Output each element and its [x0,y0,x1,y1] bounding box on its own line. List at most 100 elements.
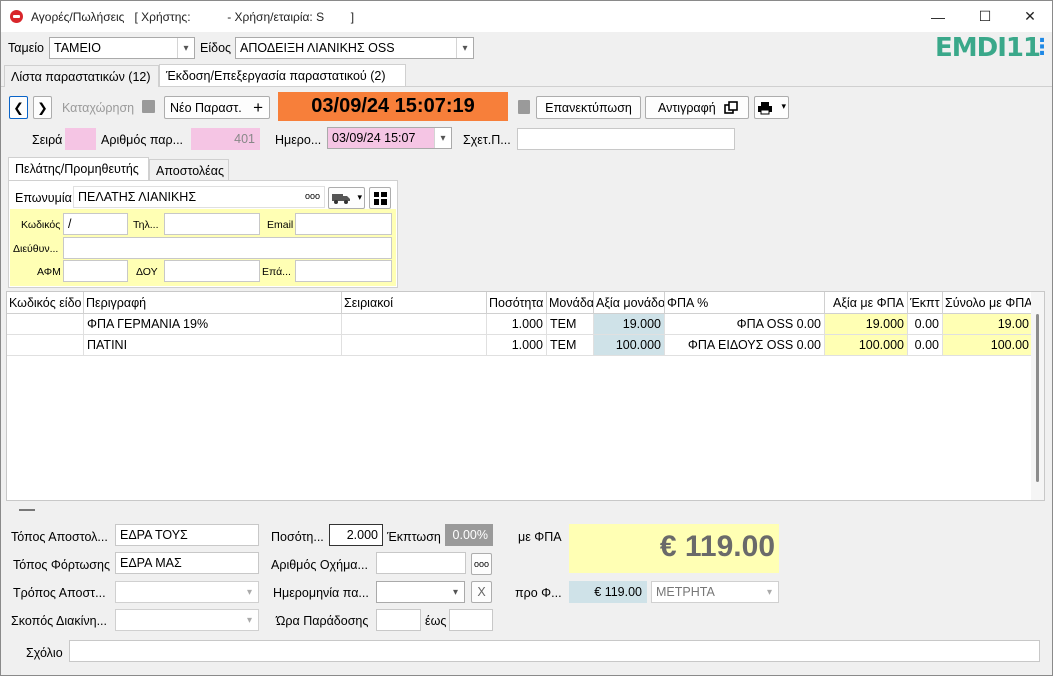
new-document-label: Νέο Παραστ. [170,100,242,115]
delivery-button[interactable]: ▾ [328,187,365,209]
next-button[interactable]: ❯ [33,96,52,119]
payment-method-select[interactable]: ΜΕΤΡΗΤΑ ▾ [651,581,779,603]
table-cell[interactable]: 1.000 [487,335,547,356]
kodikos-field[interactable]: / [63,213,128,235]
chevron-down-icon[interactable]: ▾ [434,128,451,148]
table-cell[interactable] [7,314,84,335]
tab-sender[interactable]: Αποστολέας [149,159,229,180]
table-cell[interactable]: ΠΑΤΙΝΙ [84,335,342,356]
vertical-scrollbar[interactable] [1031,292,1044,500]
chevron-down-icon[interactable]: ▾ [357,192,362,203]
table-cell[interactable]: ΦΠΑ OSS 0.00 [665,314,825,335]
afm-field[interactable] [63,260,128,282]
close-button[interactable]: ✕ [1007,1,1053,32]
chevron-down-icon[interactable]: ▾ [241,582,258,602]
truck-icon [332,194,350,204]
plus-icon: + [253,98,263,117]
chevron-down-icon[interactable]: ▾ [447,582,464,602]
ora-field[interactable] [376,609,421,631]
table-cell[interactable]: 19.000 [594,314,665,335]
column-header-total[interactable]: Σύνολο με ΦΠΑ [943,292,1033,314]
chevron-down-icon[interactable]: ▾ [241,610,258,630]
topos-fortosis-field[interactable]: ΕΔΡΑ ΜΑΣ [115,552,259,574]
til-field[interactable] [164,213,260,235]
tropos-select[interactable]: ▾ [115,581,259,603]
table-cell[interactable]: 0.00 [908,314,943,335]
table-cell[interactable]: 19.000 [825,314,908,335]
comment-field[interactable] [69,640,1040,662]
copy-icon [724,101,738,114]
column-header-vat[interactable]: ΦΠΑ % [665,292,825,314]
minimize-button[interactable]: — [915,1,961,32]
scrollbar-thumb[interactable] [1036,314,1039,482]
table-cell[interactable]: 0.00 [908,335,943,356]
horizontal-scrollbar-thumb[interactable] [19,509,35,511]
layout-button[interactable] [369,187,391,209]
tab-customer[interactable]: Πελάτης/Προμηθευτής [8,157,149,180]
sxet-field[interactable] [517,128,735,150]
new-document-button[interactable]: Νέο Παραστ. + [164,96,270,119]
seira-field[interactable] [65,128,96,150]
kebab-menu-icon[interactable]: ⋮ [1031,34,1053,60]
app-logo-icon [10,10,23,23]
table-cell[interactable]: ΤΕΜ [547,335,594,356]
table-cell[interactable]: 100.00 [943,335,1033,356]
more-options-icon[interactable]: ooo [305,191,320,201]
copy-button[interactable]: Αντιγραφή [645,96,749,119]
ekptosi-field[interactable]: 0.00% [445,524,493,546]
maximize-button[interactable]: ☐ [962,1,1008,32]
items-grid[interactable]: Κωδικός είδο Περιγραφή Σειριακοί Ποσότητ… [6,291,1045,501]
arithmos-label: Αριθμός παρ... [101,133,184,147]
topos-apostolis-field[interactable]: ΕΔΡΑ ΤΟΥΣ [115,524,259,546]
register-button[interactable]: Καταχώρηση [62,101,134,115]
chevron-down-icon[interactable]: ▾ [781,101,786,112]
eos-field[interactable] [449,609,493,631]
address-field[interactable] [63,237,392,259]
table-cell[interactable]: 100.000 [825,335,908,356]
tab-document-list[interactable]: Λίστα παραστατικών (12) [4,65,159,87]
hmerominia-picker[interactable]: ▾ [376,581,465,603]
epag-field[interactable] [295,260,392,282]
column-header-code[interactable]: Κωδικός είδο [7,292,84,314]
column-header-unit-value[interactable]: Αξία μονάδο [594,292,665,314]
skopos-select[interactable]: ▾ [115,609,259,631]
table-cell[interactable]: 19.00 [943,314,1033,335]
date-picker[interactable]: 03/09/24 15:07 ▾ [327,127,452,149]
email-field[interactable] [295,213,392,235]
me-fpa-label: με ΦΠΑ [518,530,562,544]
tameio-select[interactable]: ΤΑΜΕΙΟ ▾ [49,37,195,59]
chevron-down-icon[interactable]: ▾ [177,38,194,58]
reprint-button[interactable]: Επανεκτύπωση [536,96,641,119]
table-cell[interactable] [342,335,487,356]
clear-date-button[interactable]: X [471,581,492,603]
tab-document-edit[interactable]: Έκδοση/Επεξεργασία παραστατικού (2) [159,64,406,86]
arithmos-field[interactable]: 401 [191,128,260,150]
table-cell[interactable]: ΦΠΑ ΓΕΡΜΑΝΙΑ 19% [84,314,342,335]
eponymia-field[interactable]: ΠΕΛΑΤΗΣ ΛΙΑΝΙΚΗΣ [73,186,325,208]
posotita-field[interactable]: 2.000 [329,524,383,546]
column-header-unit[interactable]: Μονάδα [547,292,594,314]
table-cell[interactable]: ΦΠΑ ΕΙΔΟΥΣ OSS 0.00 [665,335,825,356]
afm-label: ΑΦΜ [37,266,61,278]
table-cell[interactable]: 100.000 [594,335,665,356]
table-cell[interactable] [7,335,84,356]
oxima-field[interactable] [376,552,466,574]
column-header-discount[interactable]: Έκπτ [908,292,943,314]
table-cell[interactable]: 1.000 [487,314,547,335]
table-cell[interactable] [342,314,487,335]
chevron-down-icon[interactable]: ▾ [761,582,778,602]
column-header-description[interactable]: Περιγραφή [84,292,342,314]
chevron-down-icon[interactable]: ▾ [456,38,473,58]
column-header-quantity[interactable]: Ποσότητα [487,292,547,314]
oxima-more-button[interactable]: ooo [471,553,492,575]
print-button[interactable]: ▾ [754,96,789,119]
table-cell[interactable]: ΤΕΜ [547,314,594,335]
grid-icon [373,191,387,205]
payment-method-value: ΜΕΤΡΗΤΑ [656,585,715,599]
document-icon [518,100,530,114]
eidos-select[interactable]: ΑΠΟΔΕΙΞΗ ΛΙΑΝΙΚΗΣ OSS ▾ [235,37,474,59]
doy-field[interactable] [164,260,260,282]
column-header-value-vat[interactable]: Αξία με ΦΠΑ [825,292,908,314]
prev-button[interactable]: ❮ [9,96,28,119]
column-header-serial[interactable]: Σειριακοί [342,292,487,314]
